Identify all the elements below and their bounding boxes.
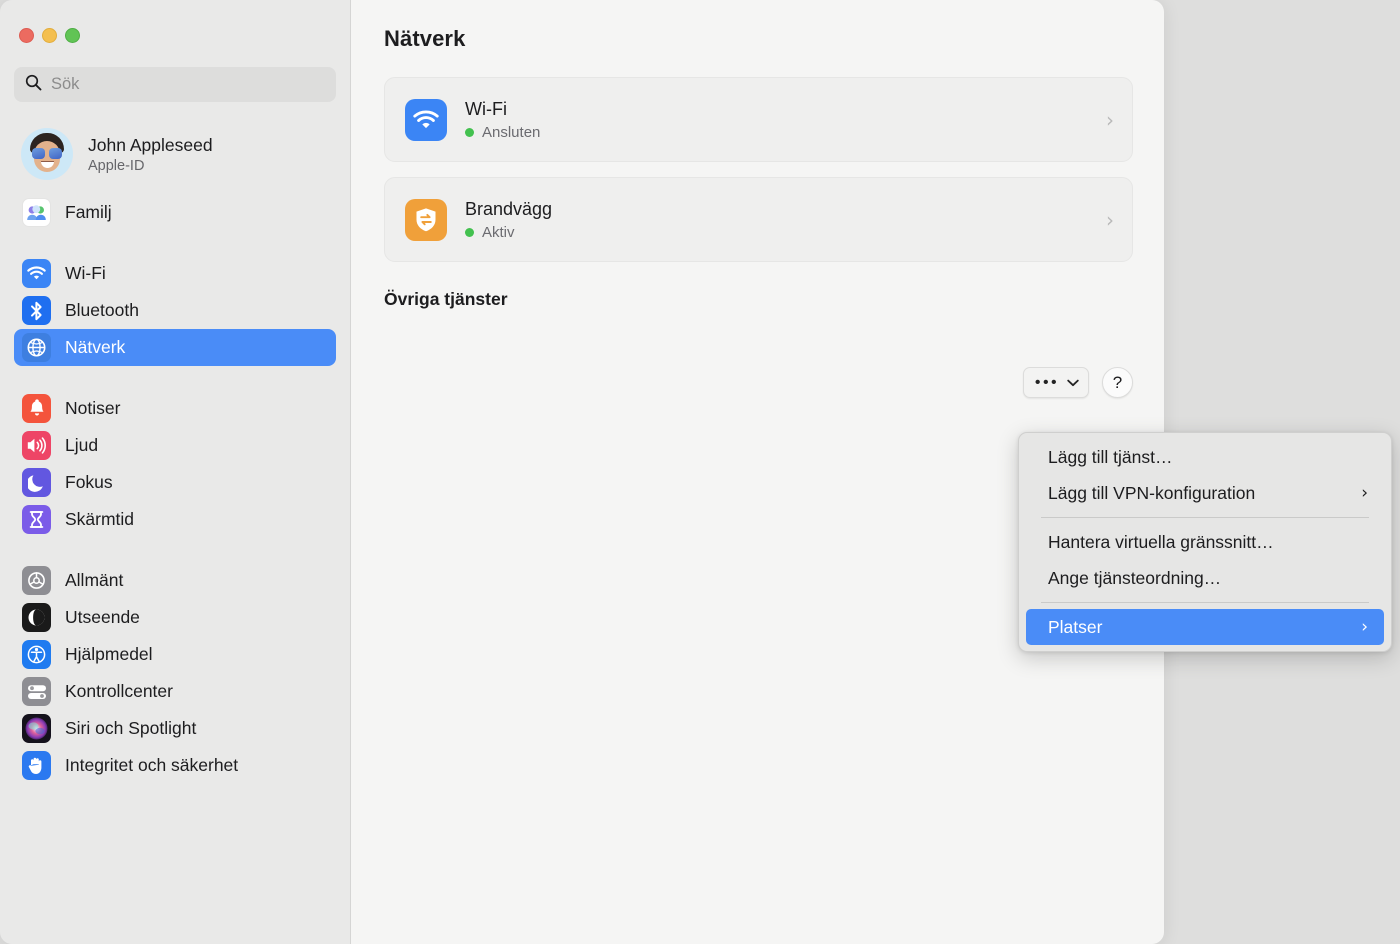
bluetooth-icon	[22, 296, 51, 325]
sidebar-item-notiser[interactable]: Notiser	[14, 390, 336, 427]
sidebar-item-label: Fokus	[65, 472, 113, 492]
sound-speaker-icon	[22, 431, 51, 460]
account-name: John Appleseed	[88, 134, 213, 155]
sidebar-item-label: Utseende	[65, 607, 140, 627]
service-row-firewall[interactable]: Brandvägg Aktiv ›	[384, 177, 1133, 262]
sidebar-item-familj[interactable]: Familj	[14, 194, 336, 231]
status-label: Ansluten	[482, 123, 541, 141]
status-dot	[465, 227, 474, 237]
siri-icon	[22, 714, 51, 743]
sidebar-item-hjalpmedel[interactable]: Hjälpmedel	[14, 636, 336, 673]
search-icon	[25, 74, 42, 96]
chevron-right-icon[interactable]: ›	[1106, 210, 1114, 230]
family-icon	[22, 198, 51, 227]
sidebar-item-natverk[interactable]: Nätverk	[14, 329, 336, 366]
sidebar-item-bluetooth[interactable]: Bluetooth	[14, 292, 336, 329]
general-gear-icon	[22, 566, 51, 595]
apple-id-account-row[interactable]: John Appleseed Apple-ID	[14, 122, 336, 186]
sidebar-group-family: Familj	[14, 194, 336, 231]
content-toolbar: ••• ?	[1023, 367, 1133, 398]
wifi-icon	[22, 259, 51, 288]
menu-item-locations[interactable]: Platser ›	[1026, 609, 1384, 645]
menu-item-label: Hantera virtuella gränssnitt…	[1048, 531, 1274, 552]
sidebar-item-ljud[interactable]: Ljud	[14, 427, 336, 464]
accessibility-icon	[22, 640, 51, 669]
service-name: Brandvägg	[465, 198, 553, 219]
firewall-shield-icon	[405, 198, 447, 241]
sidebar-item-label: Siri och Spotlight	[65, 718, 197, 738]
menu-item-manage-virtual-interfaces[interactable]: Hantera virtuella gränssnitt…	[1026, 524, 1384, 560]
wifi-icon	[405, 98, 447, 141]
sidebar-item-label: Nätverk	[65, 337, 126, 357]
avatar	[21, 128, 73, 180]
sidebar-item-skarmtid[interactable]: Skärmtid	[14, 501, 336, 538]
screentime-hourglass-icon	[22, 505, 51, 534]
notifications-bell-icon	[22, 394, 51, 423]
sidebar-item-label: Bluetooth	[65, 300, 139, 320]
chevron-right-icon: ›	[1361, 616, 1368, 637]
sidebar-item-utseende[interactable]: Utseende	[14, 599, 336, 636]
zoom-window-button[interactable]	[65, 28, 80, 43]
search-input[interactable]: Sök	[14, 67, 336, 102]
help-button[interactable]: ?	[1102, 367, 1133, 398]
sidebar-item-fokus[interactable]: Fokus	[14, 464, 336, 501]
sidebar-item-label: Hjälpmedel	[65, 644, 153, 664]
menu-item-label: Platser	[1048, 616, 1103, 637]
sidebar-item-label: Skärmtid	[65, 509, 135, 529]
sidebar-item-allmant[interactable]: Allmänt	[14, 562, 336, 599]
ellipsis-icon: •••	[1034, 373, 1060, 391]
menu-item-add-service[interactable]: Lägg till tjänst…	[1026, 439, 1384, 475]
more-options-menu: Lägg till tjänst… Lägg till VPN-konfigur…	[1018, 432, 1392, 652]
menu-item-set-service-order[interactable]: Ange tjänsteordning…	[1026, 560, 1384, 596]
service-name: Wi-Fi	[465, 98, 507, 119]
sidebar-item-siri-och-spotlight[interactable]: Siri och Spotlight	[14, 710, 336, 747]
minimize-window-button[interactable]	[42, 28, 57, 43]
sidebar-group-connectivity: Wi-Fi Bluetooth Nätverk	[14, 255, 336, 366]
sidebar-item-wi-fi[interactable]: Wi-Fi	[14, 255, 336, 292]
status-dot	[465, 127, 474, 137]
chevron-right-icon[interactable]: ›	[1106, 110, 1114, 130]
control-center-icon	[22, 677, 51, 706]
sidebar-item-label: Allmänt	[65, 570, 124, 590]
service-status: Aktiv	[465, 224, 1106, 241]
chevron-down-icon	[1067, 374, 1079, 392]
menu-separator	[1041, 517, 1369, 518]
sidebar-item-label: Kontrollcenter	[65, 681, 173, 701]
service-status: Ansluten	[465, 124, 1106, 141]
sidebar-item-label: Wi-Fi	[65, 263, 106, 283]
sidebar-group-system: Notiser Ljud Fokus Skärmtid	[14, 390, 336, 538]
system-settings-window: Sök John Appleseed Apple-ID Familj Wi-Fi…	[0, 0, 1164, 944]
sidebar-item-label: Ljud	[65, 435, 99, 455]
section-heading-other-services: Övriga tjänster	[384, 289, 508, 309]
sidebar-item-integritet-och-sakerhet[interactable]: Integritet och säkerhet	[14, 747, 336, 784]
more-options-button[interactable]: •••	[1023, 367, 1089, 398]
chevron-right-icon: ›	[1361, 482, 1368, 503]
menu-item-label: Ange tjänsteordning…	[1048, 567, 1222, 588]
sidebar-item-kontrollcenter[interactable]: Kontrollcenter	[14, 673, 336, 710]
account-subtitle: Apple-ID	[88, 157, 145, 174]
window-traffic-lights	[0, 0, 336, 43]
page-title: Nätverk	[384, 26, 466, 51]
search-placeholder: Sök	[51, 75, 80, 93]
menu-item-add-vpn-configuration[interactable]: Lägg till VPN-konfiguration ›	[1026, 475, 1384, 511]
menu-separator	[1041, 602, 1369, 603]
privacy-hand-icon	[22, 751, 51, 780]
focus-moon-icon	[22, 468, 51, 497]
status-label: Aktiv	[482, 223, 515, 241]
network-globe-icon	[22, 333, 51, 362]
menu-item-label: Lägg till VPN-konfiguration	[1048, 482, 1256, 503]
close-window-button[interactable]	[19, 28, 34, 43]
sidebar-item-label: Integritet och säkerhet	[65, 755, 239, 775]
sidebar-item-label: Notiser	[65, 398, 121, 418]
service-row-wifi[interactable]: Wi-Fi Ansluten ›	[384, 77, 1133, 162]
menu-item-label: Lägg till tjänst…	[1048, 446, 1173, 467]
sidebar: Sök John Appleseed Apple-ID Familj Wi-Fi…	[0, 0, 351, 944]
appearance-contrast-icon	[22, 603, 51, 632]
sidebar-item-label: Familj	[65, 202, 112, 222]
sidebar-group-preferences: Allmänt Utseende Hjälpmedel Kontrollcent…	[14, 562, 336, 784]
